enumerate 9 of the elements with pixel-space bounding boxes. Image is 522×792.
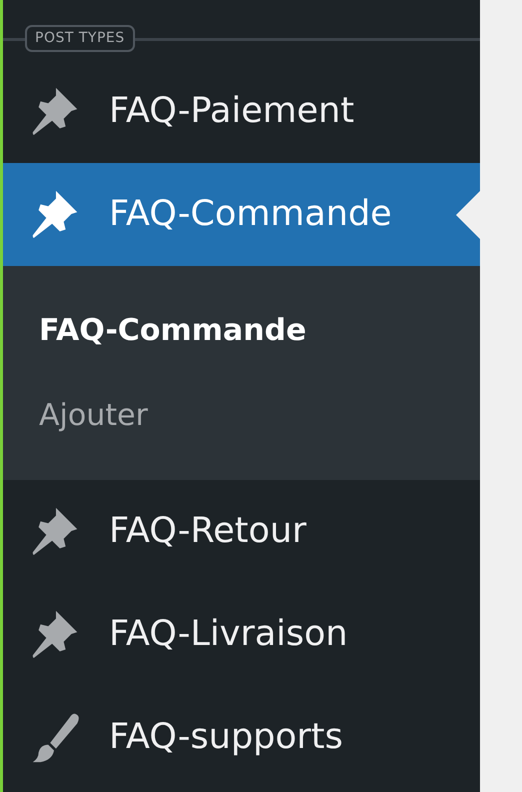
section-label: POST TYPES [25,24,135,52]
menu-item[interactable]: FAQ-Livraison [3,583,480,686]
menu-item[interactable]: FAQ-Commande [3,163,480,266]
submenu-item[interactable]: Ajouter [3,373,480,458]
submenu-item[interactable]: FAQ-Commande [3,288,480,373]
menu-item[interactable]: FAQ-Retour [3,480,480,583]
menu-item[interactable]: FAQ-supports [3,686,480,789]
menu-item[interactable]: FAQ-Paiement [3,60,480,163]
current-arrow [456,190,480,238]
